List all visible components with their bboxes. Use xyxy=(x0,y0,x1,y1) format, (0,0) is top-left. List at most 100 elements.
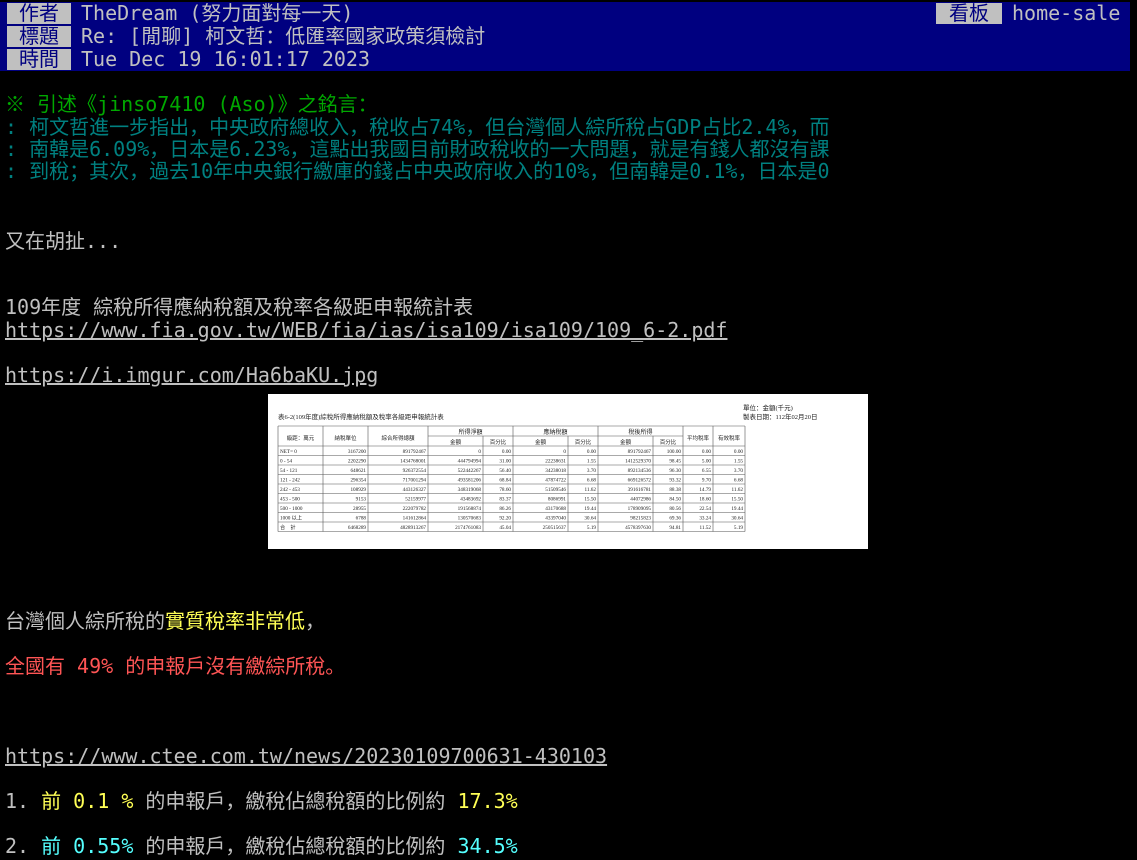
author-value: TheDream (努力面對每一天) xyxy=(81,1,354,25)
preview-cell: 1000 以上 xyxy=(280,514,302,522)
preview-cell: 44072986 xyxy=(630,497,651,503)
statement-prefix: 台灣個人綜所稅的 xyxy=(5,609,165,633)
preview-cell: 28955 xyxy=(353,506,366,512)
item-prefix: 前 xyxy=(41,789,74,813)
preview-cell: 33.24 xyxy=(699,516,711,522)
preview-cell: 6.68 xyxy=(587,478,596,484)
preview-cell: 6.55 xyxy=(702,468,711,474)
preview-cell: 98215823 xyxy=(630,516,651,522)
preview-cell: 1412529370 xyxy=(625,459,651,465)
preview-column-header: 百分比 xyxy=(575,438,592,446)
preview-cell: 0.00 xyxy=(502,449,511,455)
preview-cell: 891792467 xyxy=(628,449,652,455)
preview-cell: 6.68 xyxy=(734,478,743,484)
preview-cell: 2174761083 xyxy=(455,525,481,531)
preview-cell: 191568874 xyxy=(458,506,482,512)
preview-cell: 94.81 xyxy=(669,525,681,531)
preview-cell: 648621 xyxy=(350,468,366,474)
preview-cell: 1434768001 xyxy=(400,459,426,465)
preview-cell: 892134536 xyxy=(628,468,652,474)
preview-cell: 78.60 xyxy=(499,487,511,493)
preview-cell: 56.40 xyxy=(499,468,511,474)
red-statement: 全國有 49% 的申報戶沒有繳綜所稅。 xyxy=(5,654,346,678)
preview-cell: 669126572 xyxy=(628,478,652,484)
preview-column-header: 級距：萬元 xyxy=(287,434,315,442)
quote-header: ※ 引述《jinso7410 (Aso)》之銘言： xyxy=(5,92,378,116)
table-title-text: 109年度 綜稅所得應納稅額及稅率各級距申報統計表 xyxy=(5,295,474,319)
preview-group-header: 所得淨額 xyxy=(458,428,482,436)
board-value: home-sale xyxy=(1012,1,1121,25)
item-percent: 0.1 % xyxy=(73,789,134,813)
preview-column-header: 納稅單位 xyxy=(334,434,357,442)
statement-line: 台灣個人綜所稅的實質稅率非常低， xyxy=(5,610,325,633)
preview-cell: 8086991 xyxy=(548,497,567,503)
image-link[interactable]: https://i.imgur.com/Ha6baKU.jpg xyxy=(5,364,378,387)
preview-cell: 348319068 xyxy=(458,487,482,493)
preview-cell: 19.44 xyxy=(584,506,596,512)
preview-cell: 391616781 xyxy=(628,487,652,493)
body-text: 又在胡扯... xyxy=(5,229,122,253)
title-label: 標題 xyxy=(7,26,71,47)
preview-cell: 493581206 xyxy=(458,478,482,484)
preview-cell: 合 計 xyxy=(280,523,296,531)
preview-cell: 121 - 242 xyxy=(280,478,300,484)
item-value: 17.3% xyxy=(457,789,518,813)
list-item: 2. 前 0.55% 的申報戶，繳稅佔總稅額的比例約 34.5% xyxy=(5,835,518,858)
preview-cell: 22.54 xyxy=(699,506,711,512)
quote-line: : 到稅；其次，過去10年中央銀行繳庫的錢占中央政府收入的10%，但南韓是0.1… xyxy=(5,159,830,183)
preview-cell: 98.45 xyxy=(669,459,681,465)
quote-line: : 柯文哲進一步指出，中央政府總收入，稅收占74%，但台灣個人綜所稅占GDP占比… xyxy=(5,115,830,139)
preview-cell: 500 - 1000 xyxy=(280,506,303,512)
news-link[interactable]: https://www.ctee.com.tw/news/20230109700… xyxy=(5,745,607,768)
preview-cell: 43170688 xyxy=(545,506,566,512)
preview-cell: 1.55 xyxy=(587,459,596,465)
statement-highlight: 實質稅率非常低 xyxy=(165,609,305,633)
preview-cell: 130570683 xyxy=(458,516,482,522)
header-author-row: 作者 TheDream (努力面對每一天) 看板 home-sale xyxy=(0,2,1130,25)
preview-cell: 43397040 xyxy=(545,516,566,522)
preview-cell: 6468289 xyxy=(348,525,367,531)
preview-cell: 15.50 xyxy=(584,497,596,503)
preview-unit: 單位：金額(千元) xyxy=(743,403,793,412)
preview-cell: 51509546 xyxy=(545,487,566,493)
item-value: 34.5% xyxy=(457,834,518,858)
table-image-preview[interactable]: 表6-2(109年度)綜稅所得應納稅額及稅率各級距申報統計表 單位：金額(千元) 製… xyxy=(268,394,868,549)
pdf-link[interactable]: https://www.fia.gov.tw/WEB/fia/ias/isa10… xyxy=(5,319,727,342)
preview-cell: 19.44 xyxy=(731,506,743,512)
preview-cell: 93.32 xyxy=(669,478,681,484)
preview-cell: 5.19 xyxy=(734,525,743,531)
preview-cell: 3167200 xyxy=(348,449,367,455)
preview-column-header: 百分比 xyxy=(490,438,507,446)
preview-cell: 717001294 xyxy=(403,478,427,484)
preview-cell: 0 xyxy=(563,449,566,455)
item-text: 的申報戶，繳稅佔總稅額的比例約 xyxy=(133,789,458,813)
preview-cell: 43483692 xyxy=(460,497,481,503)
preview-cell: 68.84 xyxy=(499,478,511,484)
preview-cell: 96.30 xyxy=(669,468,681,474)
preview-cell: 296354 xyxy=(350,478,366,484)
header-time-row: 時間 Tue Dec 19 16:01:17 2023 xyxy=(0,48,1130,71)
preview-cell: 18.60 xyxy=(699,497,711,503)
preview-cell: 80.56 xyxy=(669,506,681,512)
preview-cell: 222079782 xyxy=(403,506,427,512)
item-number: 2. xyxy=(5,834,42,858)
preview-group-header: 應納稅額 xyxy=(543,428,567,436)
preview-column-header: 金額 xyxy=(535,438,547,446)
preview-cell: 11.62 xyxy=(585,487,597,493)
list-item: 1. 前 0.1 % 的申報戶，繳稅佔總稅額的比例約 17.3% xyxy=(5,790,518,813)
preview-cell: 0.00 xyxy=(587,449,596,455)
preview-cell: 3.70 xyxy=(587,468,596,474)
title-value: Re: [閒聊] 柯文哲：低匯率國家政策須檢討 xyxy=(81,24,486,48)
header-title-row: 標題 Re: [閒聊] 柯文哲：低匯率國家政策須檢討 xyxy=(0,25,1130,48)
preview-cell: 522442267 xyxy=(458,468,482,474)
preview-cell: 178909095 xyxy=(628,506,652,512)
preview-cell: 11.62 xyxy=(732,487,744,493)
preview-cell: 443126327 xyxy=(403,487,427,493)
preview-cell: 4578397630 xyxy=(625,525,651,531)
preview-column-header: 綜合所得總額 xyxy=(381,434,415,442)
table-image: 表6-2(109年度)綜稅所得應納稅額及稅率各級距申報統計表 單位：金額(千元)製… xyxy=(277,403,818,532)
preview-group-header: 稅後所得 xyxy=(628,428,652,436)
item-percent: 0.55% xyxy=(73,834,134,858)
preview-cell: 0.00 xyxy=(734,449,743,455)
time-value: Tue Dec 19 16:01:17 2023 xyxy=(81,47,370,71)
